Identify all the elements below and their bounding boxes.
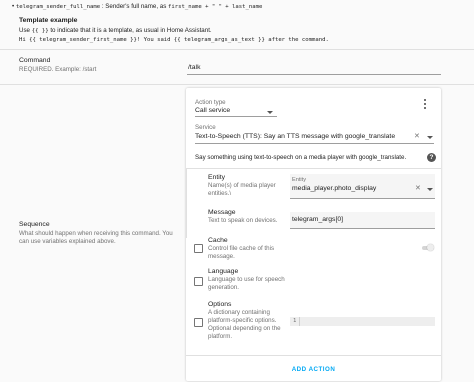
entity-caret-down-icon[interactable] (427, 188, 433, 191)
bullet-text: : Sender's full name, as (101, 3, 167, 10)
command-input[interactable]: /talk (188, 64, 440, 71)
cache-checkbox[interactable] (194, 244, 203, 253)
more-vert-icon[interactable] (423, 99, 427, 109)
cache-toggle[interactable] (422, 244, 434, 251)
language-desc: Language to use for speech generation. (208, 276, 285, 291)
service-underline (195, 143, 434, 144)
service-close-icon[interactable]: ✕ (414, 132, 420, 140)
template-use-text: Use (19, 27, 31, 34)
message-title: Message (208, 209, 236, 216)
message-input-underline (290, 228, 435, 229)
help-icon[interactable]: ? (427, 153, 436, 162)
service-description: Say something using text-to-speech on a … (195, 154, 407, 161)
message-input-box[interactable]: telegram_args[0] (290, 212, 435, 229)
service-caret-down-icon[interactable] (427, 136, 433, 139)
code-sender-full-name: telegram_sender_full_name (15, 4, 101, 10)
options-checkbox[interactable] (194, 318, 203, 327)
options-title: Options (208, 301, 232, 308)
message-desc: Text to speak on devices. (208, 217, 278, 224)
bullet-dot: • (12, 3, 15, 10)
language-title: Language (208, 268, 239, 275)
entity-input-underline (290, 198, 435, 199)
service-divider (186, 168, 441, 169)
entity-input-box[interactable]: Entity media_player.photo_display ✕ (290, 174, 435, 199)
template-example-line2: Hi {{ telegram_sender_first_name }}! You… (19, 37, 329, 43)
add-action-divider (186, 355, 441, 356)
code-first-last: first_name + " " + last_name (168, 4, 263, 10)
command-input-underline (187, 74, 441, 75)
add-action-button[interactable]: ADD ACTION (186, 366, 441, 373)
service-select[interactable]: Text-to-Speech (TTS): Say an TTS message… (195, 133, 410, 140)
action-card: Action type Call service Service Text-to… (186, 88, 441, 381)
sequence-title: Sequence (19, 221, 50, 228)
options-line-number: 1 (293, 318, 297, 324)
action-type-underline (195, 116, 277, 117)
template-example-title: Template example (19, 17, 78, 24)
entity-title: Entity (208, 174, 225, 181)
options-desc: A dictionary containing platform-specifi… (208, 309, 281, 340)
service-label: Service (195, 124, 216, 131)
command-title: Command (19, 57, 51, 64)
sequence-desc: What should happen when receiving this c… (19, 230, 173, 245)
cache-desc: Control file cache of this message. (208, 245, 275, 260)
options-code-editor[interactable]: 1 (290, 317, 435, 326)
variable-bullet: • telegram_sender_full_name : Sender's f… (12, 3, 262, 10)
command-desc: REQUIRED. Example: /start (19, 66, 97, 73)
template-example-line1: Use {{ }} to indicate that it is a templ… (19, 27, 212, 34)
action-type-caret-down-icon[interactable] (267, 111, 273, 114)
message-input-value[interactable]: telegram_args[0] (292, 216, 343, 223)
template-braces-code: {{ }} (31, 28, 49, 34)
entity-input-value[interactable]: media_player.photo_display (292, 185, 376, 192)
divider-top (0, 49, 474, 50)
template-desc-text: to indicate that it is a template, as us… (50, 27, 212, 34)
entity-close-icon[interactable]: ✕ (415, 184, 421, 192)
divider-mid (0, 84, 474, 85)
entity-input-label: Entity (292, 177, 306, 183)
cache-title: Cache (208, 237, 228, 244)
action-type-select[interactable]: Call service (195, 107, 230, 114)
action-type-label: Action type (195, 99, 226, 106)
message-left-rule (186, 208, 187, 238)
language-checkbox[interactable] (194, 277, 203, 286)
entity-left-rule (186, 168, 187, 208)
entity-desc: Name(s) of media player entities.\ (208, 182, 276, 197)
